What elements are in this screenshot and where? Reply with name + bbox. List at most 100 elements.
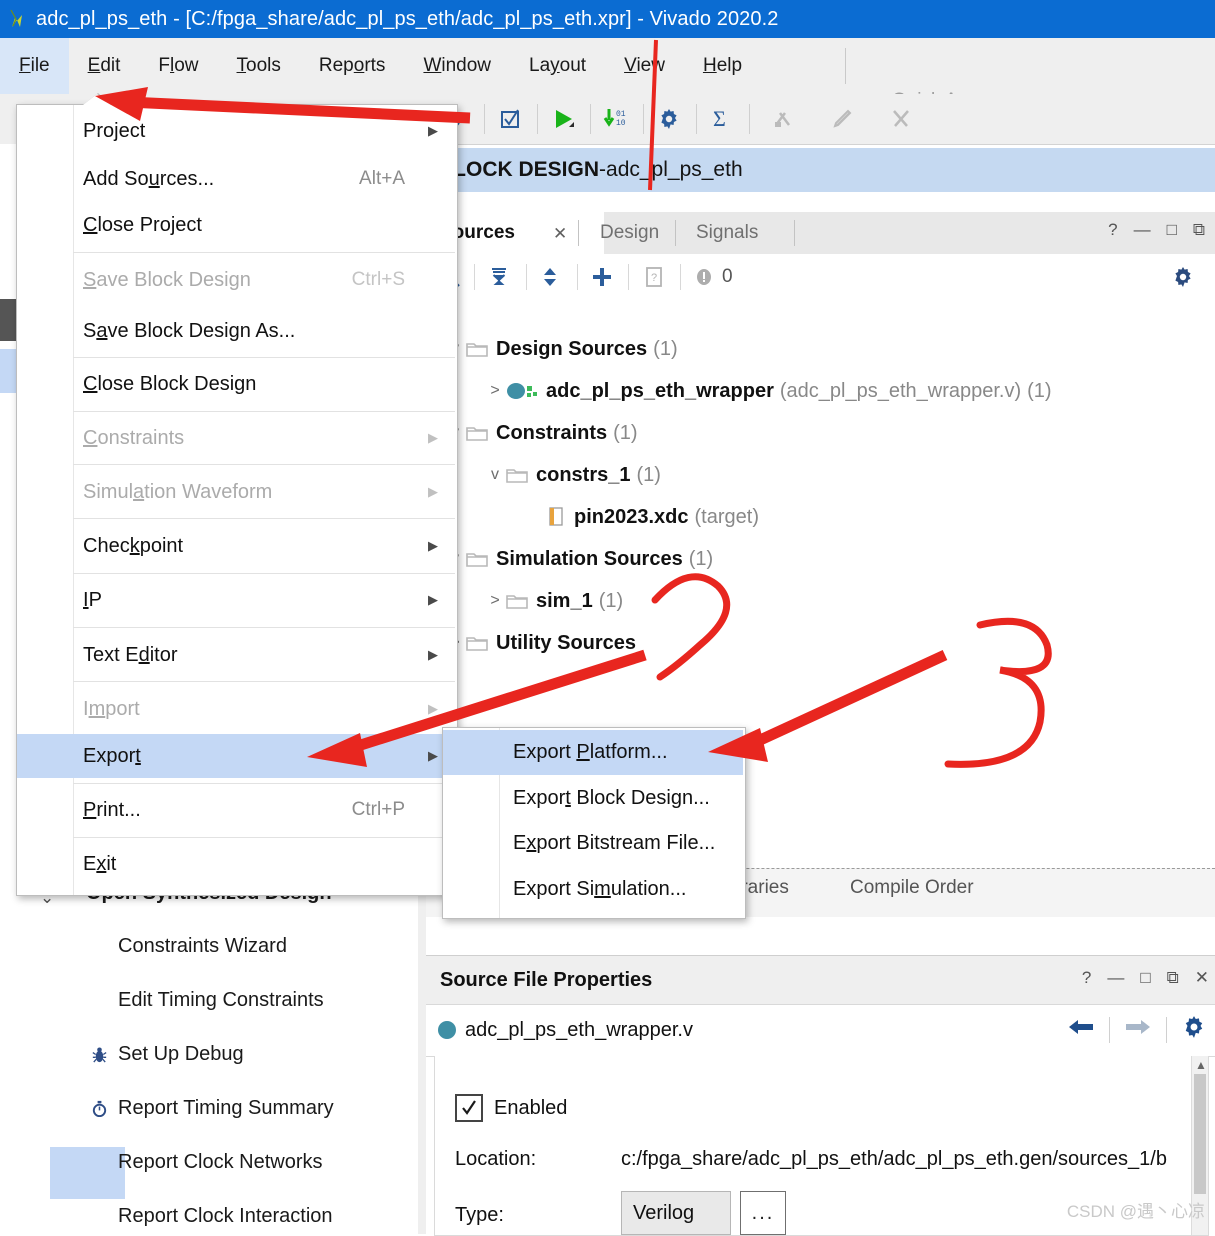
- tree-row[interactable]: v Constraints (1): [444, 412, 638, 454]
- sfp-type-label: Type:: [455, 1204, 504, 1227]
- menu-accel: Ctrl+P: [351, 799, 405, 820]
- toolbar-divider-5: [696, 104, 697, 134]
- menu-item-export-bitstream-file[interactable]: Export Bitstream File...: [443, 821, 743, 866]
- menu-window[interactable]: Window: [404, 38, 510, 94]
- tree-row-count: (1): [688, 547, 714, 570]
- menu-item-text-editor[interactable]: Text Editor ▶: [17, 633, 455, 677]
- tab-design[interactable]: Design: [586, 212, 673, 254]
- maximize-icon[interactable]: □: [1140, 968, 1150, 988]
- tree-row[interactable]: > adc_pl_ps_eth_wrapper (adc_pl_ps_eth_w…: [484, 370, 1051, 412]
- tree-row-target: (target): [694, 505, 759, 528]
- run-icon[interactable]: [542, 98, 584, 140]
- menu-separator-9: [73, 783, 455, 784]
- menu-view[interactable]: View: [605, 38, 684, 94]
- sigma-icon[interactable]: Σ: [701, 98, 743, 140]
- validate-design-icon[interactable]: [489, 98, 531, 140]
- help-icon[interactable]: ?: [1082, 968, 1091, 988]
- report-icon[interactable]: ?: [644, 260, 664, 294]
- tree-row[interactable]: v Simulation Sources (1): [444, 538, 713, 580]
- sfp-nav-divider: [1109, 1016, 1110, 1043]
- enabled-checkbox[interactable]: [455, 1094, 483, 1122]
- tree-row-label: sim_1: [536, 589, 593, 612]
- type-browse-label: ...: [751, 1201, 775, 1224]
- tab-compile-order[interactable]: Compile Order: [850, 877, 974, 899]
- menu-flow[interactable]: Flow: [139, 38, 217, 94]
- tree-row[interactable]: pin2023.xdc (target): [526, 496, 759, 538]
- forward-arrow-icon[interactable]: [1124, 1016, 1152, 1043]
- flownav-item-report-clock-interaction[interactable]: Report Clock Interaction: [118, 1205, 333, 1228]
- twisty-icon[interactable]: v: [484, 466, 506, 484]
- menu-item-export-block-design[interactable]: Export Block Design...: [443, 776, 743, 821]
- chevron-right-icon: ▶: [428, 647, 438, 662]
- float-icon[interactable]: ⧉: [1193, 220, 1205, 240]
- tree-row-count: (1): [636, 463, 661, 486]
- menu-tools[interactable]: Tools: [218, 38, 300, 94]
- tree-row-count: (1): [613, 421, 638, 444]
- menu-item-save-block-design-as[interactable]: Save Block Design As...: [17, 309, 455, 353]
- maximize-icon[interactable]: □: [1167, 220, 1177, 240]
- tab-signals[interactable]: Signals: [682, 212, 772, 254]
- folder-icon: [506, 467, 528, 484]
- menu-item-ip[interactable]: IP ▶: [17, 578, 455, 622]
- menu-edit[interactable]: Edit: [69, 38, 140, 94]
- bug-icon: [86, 1045, 112, 1064]
- gear-icon[interactable]: [1171, 260, 1195, 294]
- float-icon[interactable]: ⧉: [1167, 968, 1179, 988]
- settings-gear-icon[interactable]: [648, 98, 690, 140]
- menu-help[interactable]: Help: [684, 38, 761, 94]
- tree-row-label: adc_pl_ps_eth_wrapper: [546, 379, 774, 402]
- flownav-item-report-clock-networks[interactable]: Report Clock Networks: [118, 1151, 323, 1174]
- tree-row[interactable]: > Utility Sources: [444, 622, 636, 664]
- sfp-type-controls: Verilog ...: [621, 1191, 786, 1235]
- help-icon[interactable]: ?: [1108, 220, 1117, 240]
- menu-item-close-block-design[interactable]: Close Block Design: [17, 362, 455, 406]
- menu-item-project[interactable]: Project ▶: [17, 109, 455, 153]
- menu-item-print[interactable]: Print... Ctrl+P: [17, 788, 455, 832]
- type-browse-button[interactable]: ...: [740, 1191, 786, 1235]
- flownav-item-report-timing-summary[interactable]: Report Timing Summary: [86, 1097, 334, 1120]
- flownav-item-set-up-debug[interactable]: Set Up Debug: [86, 1043, 244, 1066]
- collapse-all-icon[interactable]: [488, 260, 510, 294]
- menu-reports[interactable]: Reports: [300, 38, 405, 94]
- flownav-item-edit-timing-constraints[interactable]: Edit Timing Constraints: [118, 989, 324, 1012]
- sfp-file-row: adc_pl_ps_eth_wrapper.v: [426, 1004, 1215, 1057]
- minimize-icon[interactable]: —: [1107, 968, 1124, 988]
- tree-row[interactable]: v Design Sources (1): [444, 328, 678, 370]
- window-title: adc_pl_ps_eth - [C:/fpga_share/adc_pl_ps…: [36, 7, 779, 30]
- back-arrow-icon[interactable]: [1067, 1016, 1095, 1043]
- menu-item-exit[interactable]: Exit: [17, 842, 455, 886]
- menu-item-export[interactable]: Export ▶: [17, 734, 455, 778]
- module-dot-icon: [438, 1021, 456, 1039]
- expand-all-icon[interactable]: [539, 260, 561, 294]
- twisty-icon[interactable]: >: [484, 382, 506, 400]
- scrollbar-thumb[interactable]: [1194, 1074, 1206, 1194]
- message-icon[interactable]: [694, 260, 714, 294]
- message-count: 0: [722, 266, 733, 287]
- menu-item-close-project[interactable]: Close Project: [17, 203, 455, 247]
- menu-item-export-simulation[interactable]: Export Simulation...: [443, 867, 743, 912]
- close-icon[interactable]: ✕: [553, 224, 567, 244]
- sfp-enabled-label: Enabled: [494, 1096, 568, 1119]
- tree-row[interactable]: v constrs_1 (1): [484, 454, 661, 496]
- download-bitstream-icon[interactable]: 01 10: [595, 98, 637, 140]
- scroll-up-icon[interactable]: ▲: [1195, 1058, 1207, 1072]
- scissors-icon: [880, 98, 922, 140]
- menu-separator-1: [73, 252, 455, 253]
- type-select[interactable]: Verilog: [621, 1191, 731, 1235]
- flownav-item-constraints-wizard[interactable]: Constraints Wizard: [118, 935, 287, 958]
- menu-item-checkpoint[interactable]: Checkpoint ▶: [17, 524, 455, 568]
- twisty-icon[interactable]: >: [484, 592, 506, 610]
- sfp-enabled-row[interactable]: Enabled: [455, 1094, 567, 1122]
- menu-item-add-sources[interactable]: Add Sources... Alt+A: [17, 157, 455, 201]
- tree-row[interactable]: > sim_1 (1): [484, 580, 623, 622]
- type-select-value: Verilog: [633, 1201, 695, 1224]
- menu-file[interactable]: File: [0, 38, 69, 94]
- gear-icon[interactable]: [1181, 1014, 1207, 1045]
- flownav-item-label: Set Up Debug: [118, 1043, 244, 1065]
- minimize-icon[interactable]: —: [1134, 220, 1151, 240]
- menu-item-export-platform[interactable]: Export Platform...: [443, 730, 743, 775]
- close-icon[interactable]: ✕: [1195, 968, 1209, 988]
- plus-icon[interactable]: [590, 260, 614, 294]
- menu-layout[interactable]: Layout: [510, 38, 605, 94]
- menu-accel: Alt+A: [359, 168, 405, 189]
